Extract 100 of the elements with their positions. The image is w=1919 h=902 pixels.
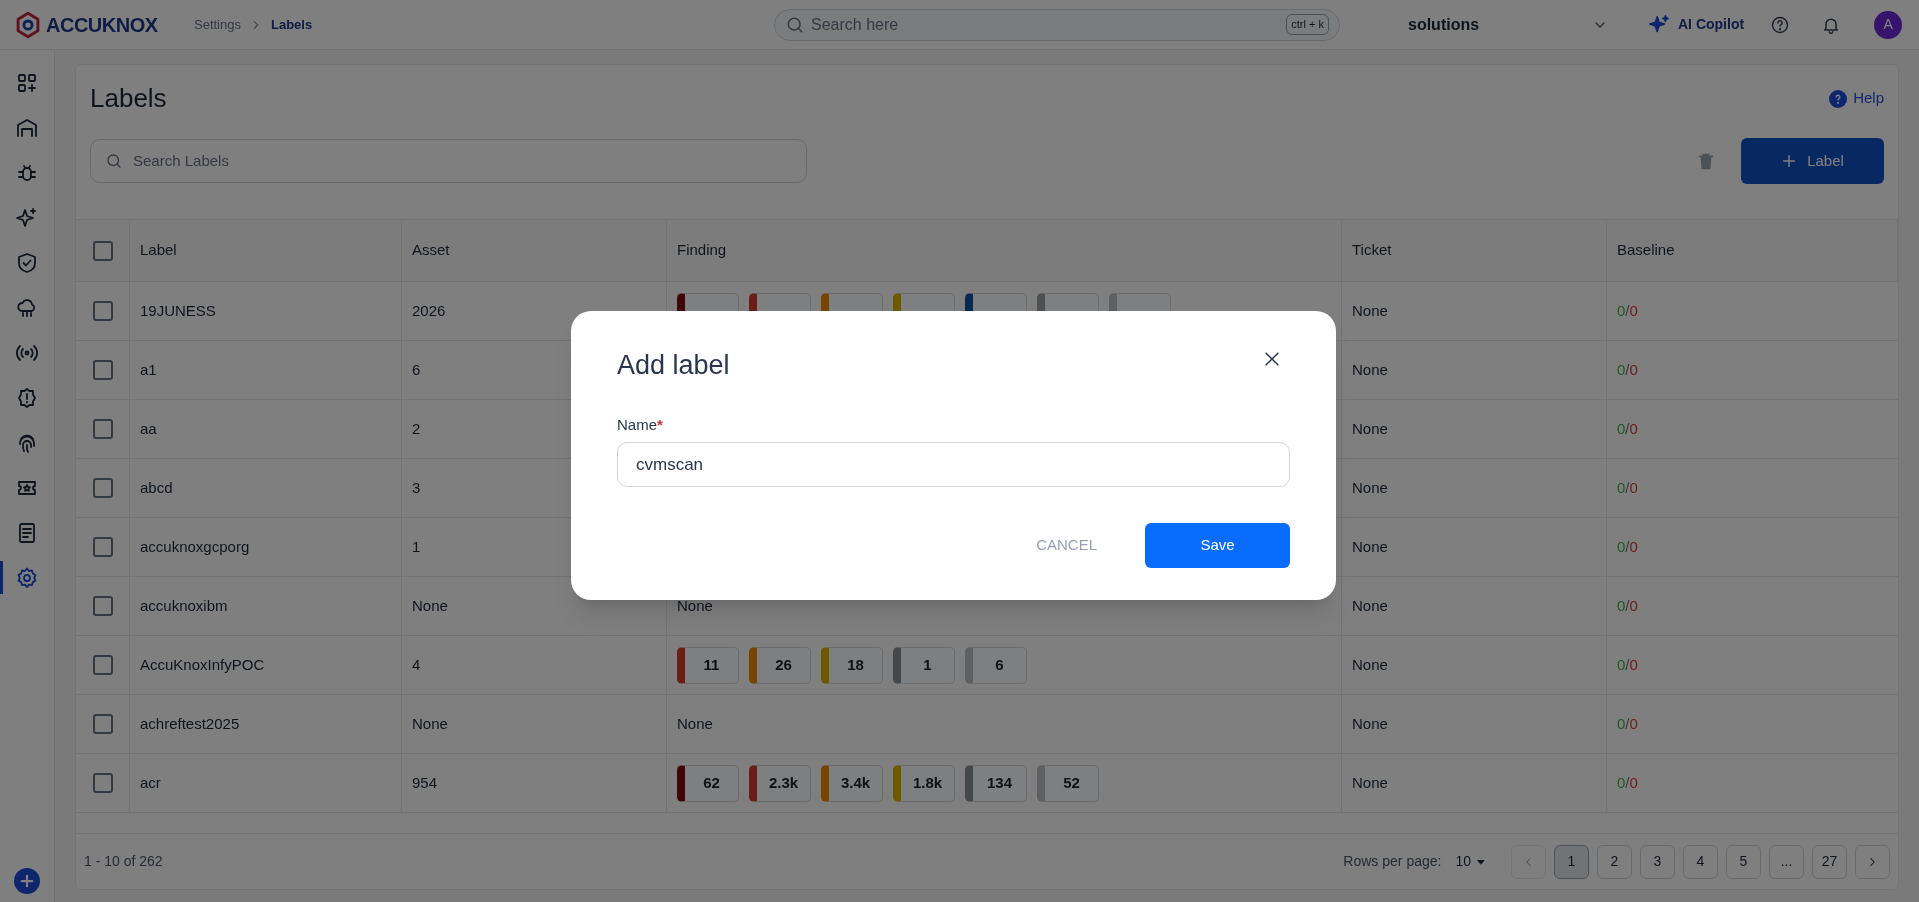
page-button[interactable]: 2: [1597, 844, 1632, 879]
baseline-count: 0/0: [1617, 477, 1638, 498]
table-cell-text: accuknoxibm: [140, 595, 228, 616]
sparkle-icon[interactable]: [15, 205, 39, 230]
checkbox[interactable]: [92, 596, 113, 616]
search-placeholder: Search here: [811, 14, 900, 35]
field-label: Name*: [617, 414, 664, 435]
help-icon: [1829, 89, 1848, 108]
table-cell-text: None: [677, 595, 713, 616]
count-chip: 2.3k: [749, 764, 811, 802]
table-cell-text: None: [1352, 359, 1388, 380]
search-field[interactable]: Search here ctrl + k: [774, 8, 1340, 41]
baseline-count: 0/0: [1617, 772, 1638, 793]
column-header[interactable]: Finding: [677, 239, 727, 262]
count-chip: 1: [893, 646, 955, 684]
checkbox[interactable]: [92, 240, 113, 261]
search-field[interactable]: Search Labels: [90, 139, 807, 183]
breadcrumb-link[interactable]: Labels: [271, 14, 313, 35]
page-title: Labels: [90, 82, 167, 115]
baseline-count: 0/0: [1617, 713, 1638, 734]
plus-icon: [1781, 153, 1798, 169]
table-cell-text: AccuKnoxInfyPOC: [140, 654, 265, 675]
checkbox[interactable]: [92, 773, 113, 793]
count-chip: 18: [821, 646, 883, 684]
column-header[interactable]: Ticket: [1352, 239, 1392, 262]
checkbox[interactable]: [92, 655, 113, 675]
table-cell-text: 4: [412, 654, 421, 675]
table-cell-text: None: [1352, 595, 1388, 616]
rows-per-page-label: Rows per page:: [1343, 852, 1442, 871]
checkbox[interactable]: [92, 301, 113, 321]
add-icon[interactable]: [14, 868, 40, 894]
baseline-count: 0/0: [1617, 300, 1638, 321]
page-button[interactable]: ...: [1769, 844, 1804, 879]
alert-badge-icon[interactable]: [15, 385, 39, 410]
help-icon[interactable]: [1770, 14, 1791, 35]
page-button[interactable]: 1: [1554, 844, 1589, 879]
count-chip: 11: [677, 646, 739, 684]
table-cell-text: None: [677, 713, 713, 734]
shortcut-key: ctrl + k: [1286, 14, 1329, 35]
ai-copilot-button[interactable]: AI Copilot: [1648, 13, 1745, 36]
count-chip: 3.4k: [821, 764, 883, 802]
table-cell-text: 19JUNESS: [140, 300, 216, 321]
workspace-dropdown[interactable]: solutions: [1408, 8, 1608, 41]
baseline-count: 0/0: [1617, 654, 1638, 675]
column-header[interactable]: Label: [140, 239, 177, 262]
checkbox[interactable]: [92, 478, 113, 498]
count-chip: 52: [1037, 764, 1099, 802]
table-cell-text: abcd: [140, 477, 173, 498]
table-cell-text: None: [412, 713, 448, 734]
column-header[interactable]: Baseline: [1617, 239, 1675, 262]
table-cell-text: None: [1352, 300, 1388, 321]
count-chip: 26: [749, 646, 811, 684]
close-icon[interactable]: [1262, 349, 1282, 369]
checkbox[interactable]: [92, 537, 113, 557]
add-label-button[interactable]: Label: [1741, 138, 1884, 184]
table-cell-text: a1: [140, 359, 157, 380]
count-chip: 6: [965, 646, 1027, 684]
table-cell-text: 2026: [412, 300, 446, 321]
search-placeholder: Search Labels: [133, 150, 229, 171]
checkbox[interactable]: [92, 714, 113, 734]
name-input[interactable]: cvmscan: [617, 442, 1290, 487]
page-button[interactable]: 3: [1640, 844, 1675, 879]
page-button[interactable]: 4: [1683, 844, 1718, 879]
table-cell-text: None: [1352, 772, 1388, 793]
shield-check-icon[interactable]: [15, 250, 39, 275]
baseline-count: 0/0: [1617, 359, 1638, 380]
table-cell-text: 6: [412, 359, 421, 380]
avatar[interactable]: A: [1874, 10, 1903, 39]
pagination-summary: 1 - 10 of 262: [84, 852, 164, 871]
count-chip: 134: [965, 764, 1027, 802]
help-link[interactable]: Help: [1829, 87, 1884, 110]
page-button[interactable]: 5: [1726, 844, 1761, 879]
breadcrumb-link[interactable]: Settings: [194, 14, 241, 35]
count-chip: 1.8k: [893, 764, 955, 802]
table-cell-text: acr: [140, 772, 161, 793]
cancel-button[interactable]: CANCEL: [1036, 534, 1097, 557]
table-cell-text: achreftest2025: [140, 713, 240, 734]
column-header[interactable]: Asset: [412, 239, 450, 262]
table-cell-text: None: [1352, 713, 1388, 734]
baseline-count: 0/0: [1617, 595, 1638, 616]
checkbox[interactable]: [92, 360, 113, 380]
table-cell-text: None: [412, 595, 448, 616]
table-cell-text: None: [1352, 477, 1388, 498]
settings-icon[interactable]: [15, 565, 39, 590]
table-cell-text: None: [1352, 536, 1388, 557]
count-chip: 62: [677, 764, 739, 802]
logo-text: ACCUKNOX: [46, 12, 158, 38]
dialog-title: Add label: [617, 349, 730, 382]
table-cell-text: 2: [412, 418, 421, 439]
search-icon: [105, 152, 123, 170]
table-cell-text: None: [1352, 418, 1388, 439]
hexagon-logo-icon: [14, 10, 42, 39]
table-cell-text: 954: [412, 772, 438, 793]
page-button[interactable]: 27: [1812, 844, 1847, 879]
checkbox[interactable]: [92, 419, 113, 439]
save-button[interactable]: Save: [1145, 523, 1290, 568]
rows-per-page-select[interactable]: 10: [1455, 851, 1487, 872]
table-cell-text: accuknoxgcporg: [140, 536, 250, 557]
baseline-count: 0/0: [1617, 536, 1638, 557]
baseline-count: 0/0: [1617, 418, 1638, 439]
